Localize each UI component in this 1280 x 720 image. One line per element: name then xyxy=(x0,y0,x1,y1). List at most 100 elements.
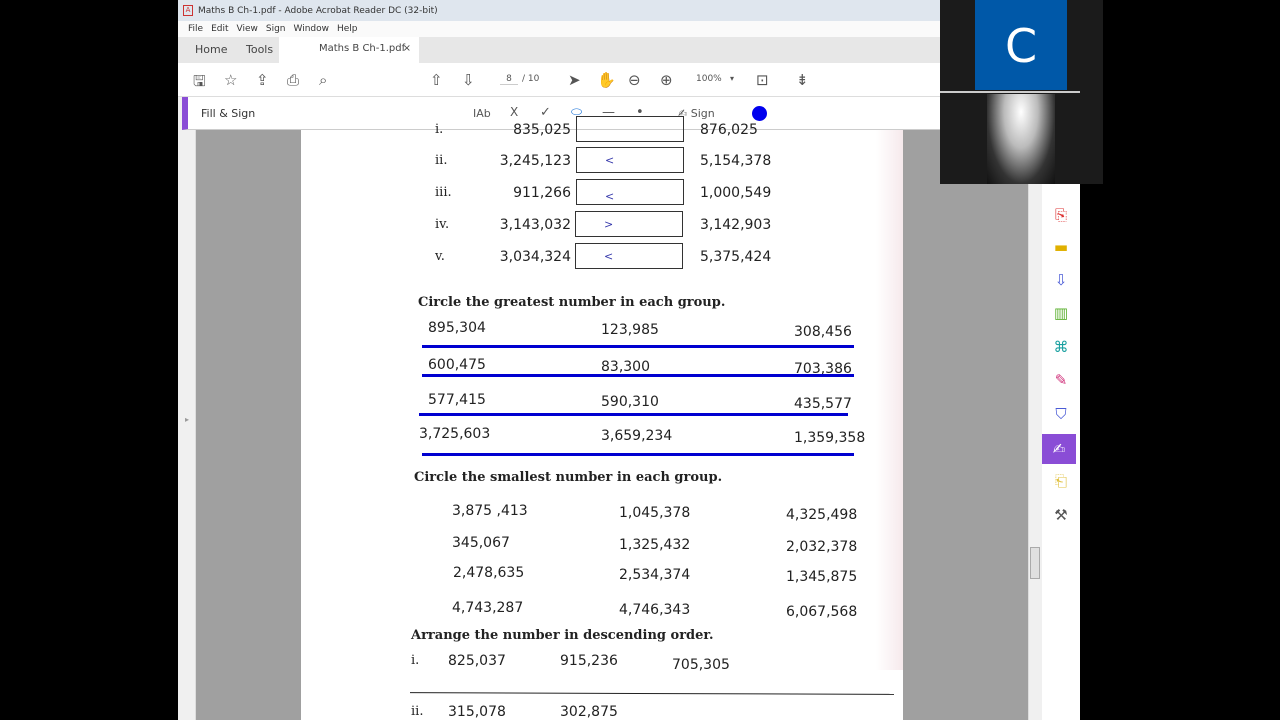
smallest-heading: Circle the smallest number in each group… xyxy=(414,470,723,485)
group-number: 590,310 xyxy=(601,394,659,410)
group-number: 2,032,378 xyxy=(786,539,858,555)
group-number: 2,534,374 xyxy=(619,567,691,583)
comparison-box[interactable]: < xyxy=(576,179,684,205)
close-tab-icon[interactable]: × xyxy=(403,43,411,54)
group-number: 435,577 xyxy=(794,396,852,412)
comment-icon[interactable]: ▬ xyxy=(1050,236,1072,258)
page-edge-shadow xyxy=(876,130,903,670)
arrange-number: 302,875 xyxy=(560,704,618,720)
fill-sign-title: Fill & Sign xyxy=(201,107,256,120)
select-cursor-icon[interactable]: ➤ xyxy=(568,71,581,89)
scan-icon[interactable]: ⌘ xyxy=(1050,336,1072,358)
organize-pages-icon[interactable]: ▥ xyxy=(1050,302,1072,324)
group-number: 4,325,498 xyxy=(786,507,858,523)
tab-bar: Home Tools Maths B Ch-1.pdf × xyxy=(178,37,940,63)
window-title: Maths B Ch-1.pdf - Adobe Acrobat Reader … xyxy=(198,6,438,16)
menu-help[interactable]: Help xyxy=(337,24,358,37)
group-number: 308,456 xyxy=(794,324,852,340)
row-label: iii. xyxy=(435,185,452,200)
row-label: iv. xyxy=(435,217,450,232)
group-number: 3,875 ,413 xyxy=(452,503,528,519)
tools-pane: ⎘ ▬ ⇩ ▥ ⌘ ✎ ⛉ ✍ ⎗ ⚒ xyxy=(1042,184,1080,720)
row-label: ii. xyxy=(411,704,424,719)
next-page-icon[interactable]: ⇩ xyxy=(462,71,475,89)
group-number: 3,725,603 xyxy=(419,426,491,442)
participant-video xyxy=(987,94,1055,184)
comparison-symbol: > xyxy=(604,218,614,231)
menu-file[interactable]: File xyxy=(188,24,203,37)
menu-sign[interactable]: Sign xyxy=(266,24,286,37)
group-number: 4,743,287 xyxy=(452,600,524,616)
scrollbar-thumb[interactable] xyxy=(1030,547,1040,579)
page-number-input[interactable]: 8 xyxy=(500,74,518,85)
tab-document-label: Maths B Ch-1.pdf xyxy=(319,43,406,54)
row-label: ii. xyxy=(435,153,448,168)
print-icon[interactable]: ⎙ xyxy=(287,71,299,89)
right-number: 876,025 xyxy=(700,122,758,138)
tab-tools[interactable]: Tools xyxy=(246,43,273,56)
scroll-mode-icon[interactable]: ⇟ xyxy=(796,71,809,89)
menu-edit[interactable]: Edit xyxy=(211,24,228,37)
comparison-symbol: < xyxy=(604,250,614,263)
left-panel-toggle[interactable]: ▸ xyxy=(178,130,196,720)
zoom-out-icon[interactable]: ⊖ xyxy=(628,71,641,89)
drawn-line xyxy=(422,345,854,348)
add-text-tool[interactable]: IAb xyxy=(473,107,491,120)
group-number: 1,359,358 xyxy=(794,430,866,446)
tab-document[interactable]: Maths B Ch-1.pdf × xyxy=(279,37,419,63)
expand-arrow-icon[interactable]: ▸ xyxy=(185,415,189,424)
menu-view[interactable]: View xyxy=(237,24,258,37)
right-number: 5,375,424 xyxy=(700,249,772,265)
page-total: / 10 xyxy=(522,74,540,84)
group-number: 895,304 xyxy=(428,320,486,336)
send-file-icon[interactable]: ⎗ xyxy=(1050,470,1072,492)
group-number: 123,985 xyxy=(601,322,659,338)
zoom-in-icon[interactable]: ⊕ xyxy=(660,71,673,89)
arrange-number: 705,305 xyxy=(672,657,730,673)
more-tools-icon[interactable]: ⚒ xyxy=(1050,504,1072,526)
tab-home[interactable]: Home xyxy=(195,43,227,56)
previous-page-icon[interactable]: ⇧ xyxy=(430,71,443,89)
cloud-upload-icon[interactable]: ⇪ xyxy=(256,71,269,89)
bookmark-star-icon[interactable]: ☆ xyxy=(224,71,237,89)
comparison-box[interactable]: < xyxy=(575,243,683,269)
left-number: 3,245,123 xyxy=(499,153,571,169)
edit-pen-icon[interactable]: ✎ xyxy=(1050,369,1072,391)
right-number: 5,154,378 xyxy=(700,153,772,169)
answer-line xyxy=(409,692,895,695)
row-label: i. xyxy=(435,122,444,137)
create-pdf-icon[interactable]: ⎘ xyxy=(1050,204,1072,226)
fill-sign-tool-icon[interactable]: ✍ xyxy=(1042,434,1076,464)
comparison-symbol: < xyxy=(605,190,615,203)
left-number: 911,266 xyxy=(513,185,571,201)
search-zoom-icon[interactable]: ⌕ xyxy=(319,71,327,89)
comparison-box[interactable]: > xyxy=(575,211,683,237)
comparison-box[interactable] xyxy=(576,116,684,142)
pdf-page: i. 835,025 876,025 ii. 3,245,123 <5,154,378 ii… xyxy=(301,116,903,720)
row-label: i. xyxy=(411,653,420,668)
check-tool[interactable]: ✓ xyxy=(540,105,551,120)
group-number: 577,415 xyxy=(428,392,486,408)
hand-tool-icon[interactable]: ✋ xyxy=(597,71,616,89)
drawn-line xyxy=(422,374,854,377)
right-number: 3,142,903 xyxy=(700,217,772,233)
color-picker[interactable] xyxy=(752,106,767,121)
group-number: 2,478,635 xyxy=(453,565,525,581)
arrange-number: 315,078 xyxy=(448,704,506,720)
chevron-down-icon[interactable]: ▾ xyxy=(730,74,734,83)
menu-window[interactable]: Window xyxy=(294,24,330,37)
save-icon[interactable]: 🖫 xyxy=(193,71,206,96)
left-number: 3,143,032 xyxy=(499,217,571,233)
comparison-box[interactable]: < xyxy=(576,147,684,173)
comparison-symbol: < xyxy=(605,154,615,167)
fit-page-icon[interactable]: ⊡ xyxy=(756,71,769,89)
zoom-level-dropdown[interactable]: 100% xyxy=(696,74,722,84)
protect-shield-icon[interactable]: ⛉ xyxy=(1050,403,1072,425)
export-pdf-icon[interactable]: ⇩ xyxy=(1050,269,1072,291)
participant-avatar: C xyxy=(975,0,1067,90)
drawn-line xyxy=(422,453,854,456)
arrange-number: 825,037 xyxy=(448,653,506,669)
cross-tool[interactable]: X xyxy=(510,105,518,119)
group-number: 1,045,378 xyxy=(619,505,691,521)
vertical-scrollbar[interactable] xyxy=(1028,130,1042,720)
